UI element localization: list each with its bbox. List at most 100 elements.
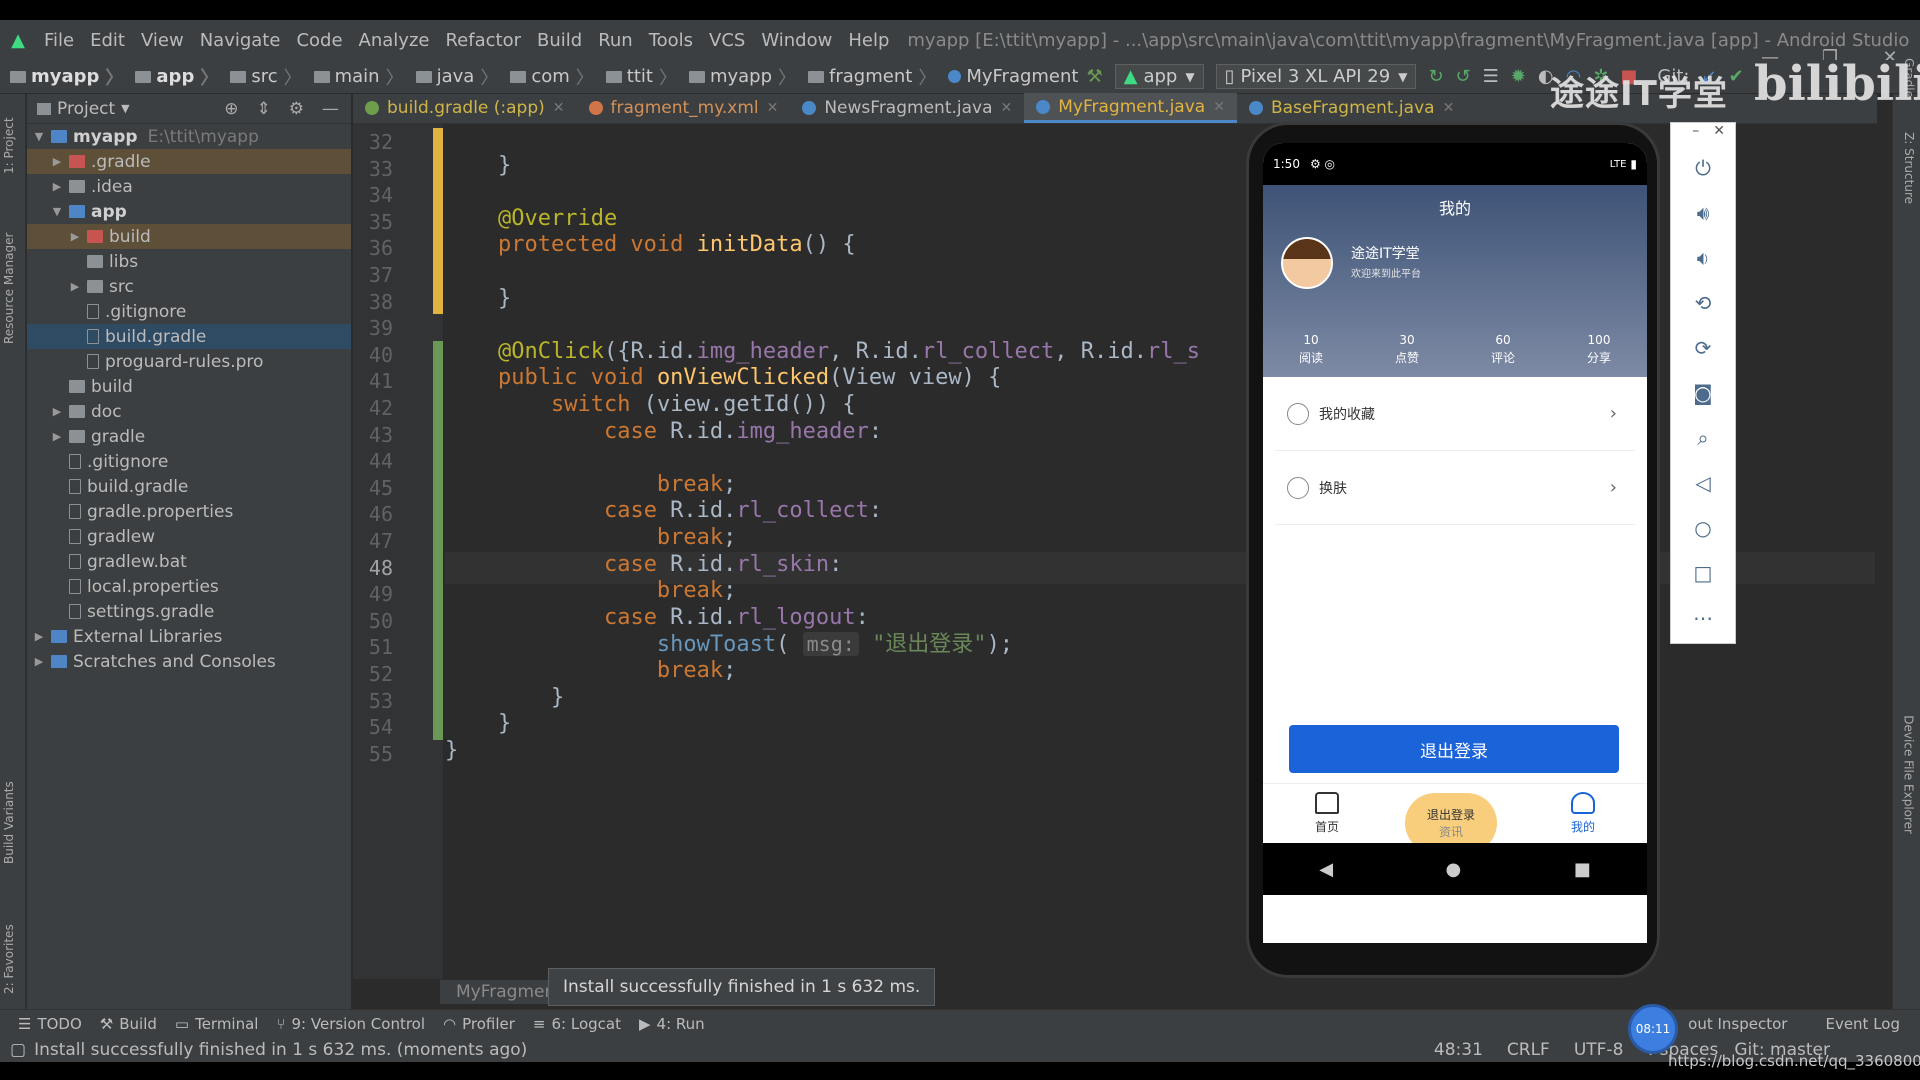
breadcrumb-item[interactable]: com 〉 — [500, 64, 595, 90]
back-icon[interactable]: ◀ — [1319, 859, 1333, 880]
tree-item[interactable]: ▶ doc — [27, 399, 351, 424]
tree-item[interactable]: build.gradle — [27, 324, 351, 349]
menu-help[interactable]: Help — [840, 30, 897, 51]
tool-window-right[interactable]: Event Log — [1825, 1015, 1900, 1033]
tree-item[interactable]: ▼ myapp E:\ttit\myapp — [27, 124, 351, 149]
tree-item[interactable]: settings.gradle — [27, 599, 351, 624]
overview-icon[interactable]: □ — [1671, 550, 1735, 595]
tool-window-terminal[interactable]: ▭ Terminal — [175, 1015, 259, 1033]
home-icon[interactable]: ● — [1446, 859, 1462, 880]
editor-tab[interactable]: BaseFragment.java ✕ — [1237, 93, 1466, 123]
breadcrumb-item[interactable]: src 〉 — [220, 64, 303, 90]
side-tab-favorites[interactable]: 2: Favorites — [2, 924, 16, 994]
code-area[interactable]: } @Override protected void initData() { … — [445, 124, 1875, 979]
breadcrumb-item[interactable]: ttit 〉 — [596, 64, 679, 90]
editor-tab[interactable]: build.gradle (:app) ✕ — [353, 93, 577, 123]
close-tab-icon[interactable]: ✕ — [767, 100, 779, 116]
editor-tab[interactable]: fragment_my.xml ✕ — [577, 93, 791, 123]
hide-icon[interactable]: — — [322, 99, 339, 119]
stat-item[interactable]: 10 阅读 — [1263, 331, 1359, 367]
menu-build[interactable]: Build — [529, 30, 590, 51]
close-tab-icon[interactable]: ✕ — [1443, 100, 1455, 116]
side-tab-build-variants[interactable]: Build Variants — [2, 781, 16, 864]
minimize-icon[interactable]: – — [1692, 123, 1699, 145]
menu-code[interactable]: Code — [288, 30, 350, 51]
menu-file[interactable]: File — [36, 30, 82, 51]
tool-window-right[interactable]: out Inspector — [1688, 1015, 1787, 1033]
vcs-change-marker[interactable] — [433, 340, 443, 740]
tree-item[interactable]: ▶ Scratches and Consoles — [27, 649, 351, 674]
debug-icon[interactable]: ✹ — [1511, 66, 1526, 87]
file-encoding[interactable]: UTF-8 — [1574, 1040, 1624, 1060]
breadcrumb-item[interactable]: app 〉 — [125, 64, 220, 90]
tree-item[interactable]: ▶ src — [27, 274, 351, 299]
zoom-icon[interactable]: ⌕ — [1671, 415, 1735, 460]
vcs-change-marker[interactable] — [433, 128, 443, 315]
menu-edit[interactable]: Edit — [82, 30, 133, 51]
tree-item[interactable]: ▶ build — [27, 224, 351, 249]
collapse-all-icon[interactable]: ⇕ — [257, 99, 271, 119]
chevron-down-icon[interactable]: ▼ — [31, 130, 47, 143]
tree-item[interactable]: gradle.properties — [27, 499, 351, 524]
side-tab-device-file-explorer[interactable]: Device File Explorer — [1902, 715, 1916, 834]
power-icon[interactable]: ⏻ — [1671, 145, 1735, 190]
tree-item[interactable]: ▶ External Libraries — [27, 624, 351, 649]
tree-item[interactable]: .gitignore — [27, 299, 351, 324]
close-tab-icon[interactable]: ✕ — [1213, 99, 1225, 115]
tree-item[interactable]: gradlew.bat — [27, 549, 351, 574]
breadcrumb-item[interactable]: main 〉 — [304, 64, 406, 90]
home-icon[interactable]: ○ — [1671, 505, 1735, 550]
menu-run[interactable]: Run — [590, 30, 641, 51]
menu-analyze[interactable]: Analyze — [351, 30, 438, 51]
run-config-select[interactable]: ▲ app ▼ — [1114, 64, 1204, 89]
tool-window-run[interactable]: ▶ 4: Run — [639, 1015, 705, 1033]
breadcrumb-item[interactable]: fragment 〉 — [798, 64, 938, 90]
bottom-nav-item[interactable]: 首页 — [1263, 784, 1391, 843]
tool-window-profiler[interactable]: ◠ Profiler — [443, 1015, 515, 1033]
gear-icon[interactable]: ⚙ — [289, 99, 304, 119]
tree-item[interactable]: ▶ .gradle — [27, 149, 351, 174]
menu-window[interactable]: Window — [753, 30, 840, 51]
chevron-right-icon[interactable]: ▶ — [67, 230, 83, 243]
tree-item[interactable]: ▶ gradle — [27, 424, 351, 449]
chevron-right-icon[interactable]: ▶ — [31, 630, 47, 643]
chevron-right-icon[interactable]: ▶ — [49, 155, 65, 168]
tree-item[interactable]: gradlew — [27, 524, 351, 549]
bottom-nav-item[interactable]: 我的 — [1519, 784, 1647, 843]
side-tab-structure[interactable]: Z: Structure — [1902, 132, 1916, 204]
tree-item[interactable]: ▶ .idea — [27, 174, 351, 199]
editor-tab[interactable]: NewsFragment.java ✕ — [790, 93, 1024, 123]
tree-item[interactable]: build — [27, 374, 351, 399]
logout-button[interactable]: 退出登录 — [1289, 725, 1619, 773]
tree-item[interactable]: libs — [27, 249, 351, 274]
close-icon[interactable]: ✕ — [1713, 123, 1725, 145]
close-tab-icon[interactable]: ✕ — [553, 100, 565, 116]
chevron-right-icon[interactable]: ▶ — [49, 180, 65, 193]
tree-item[interactable]: proguard-rules.pro — [27, 349, 351, 374]
git-commit-icon[interactable]: ✔ — [1729, 66, 1744, 87]
apply-changes-icon[interactable]: ↻ — [1428, 66, 1443, 87]
avatar[interactable] — [1281, 237, 1333, 289]
volume-up-icon[interactable]: 🔊︎ — [1671, 190, 1735, 235]
chevron-right-icon[interactable]: ▶ — [49, 430, 65, 443]
editor-tab[interactable]: MyFragment.java ✕ — [1024, 93, 1237, 123]
chevron-right-icon[interactable]: ▶ — [49, 405, 65, 418]
breadcrumb-item[interactable]: myapp 〉 — [0, 64, 125, 90]
rotate-right-icon[interactable]: ⟳ — [1671, 325, 1735, 370]
breadcrumb-item[interactable]: MyFragment — [938, 66, 1080, 87]
breadcrumb-item[interactable]: myapp 〉 — [679, 64, 798, 90]
tool-window-build[interactable]: ⚒ Build — [100, 1015, 157, 1033]
side-tab-project[interactable]: 1: Project — [2, 117, 16, 174]
camera-icon[interactable]: ◙ — [1671, 370, 1735, 415]
device-select[interactable]: ▯ Pixel 3 XL API 29 ▼ — [1215, 64, 1417, 89]
tool-window-versioncontrol[interactable]: ⑂ 9: Version Control — [276, 1015, 425, 1033]
locate-icon[interactable]: ⊕ — [224, 99, 238, 119]
emulator-screen[interactable]: 1:50 ⚙ ◎ LTE ▮ 我的 途途IT学堂 欢迎来到此平台 10 阅读 30 点… — [1263, 143, 1647, 943]
menu-tools[interactable]: Tools — [641, 30, 701, 51]
menu-row[interactable]: 我的收藏 › — [1275, 377, 1635, 451]
close-tab-icon[interactable]: ✕ — [1001, 100, 1013, 116]
more-icon[interactable]: ⋯ — [1671, 595, 1735, 640]
volume-down-icon[interactable]: 🔉︎ — [1671, 235, 1735, 280]
chevron-down-icon[interactable]: ▼ — [121, 102, 129, 115]
tree-item[interactable]: ▼ app — [27, 199, 351, 224]
